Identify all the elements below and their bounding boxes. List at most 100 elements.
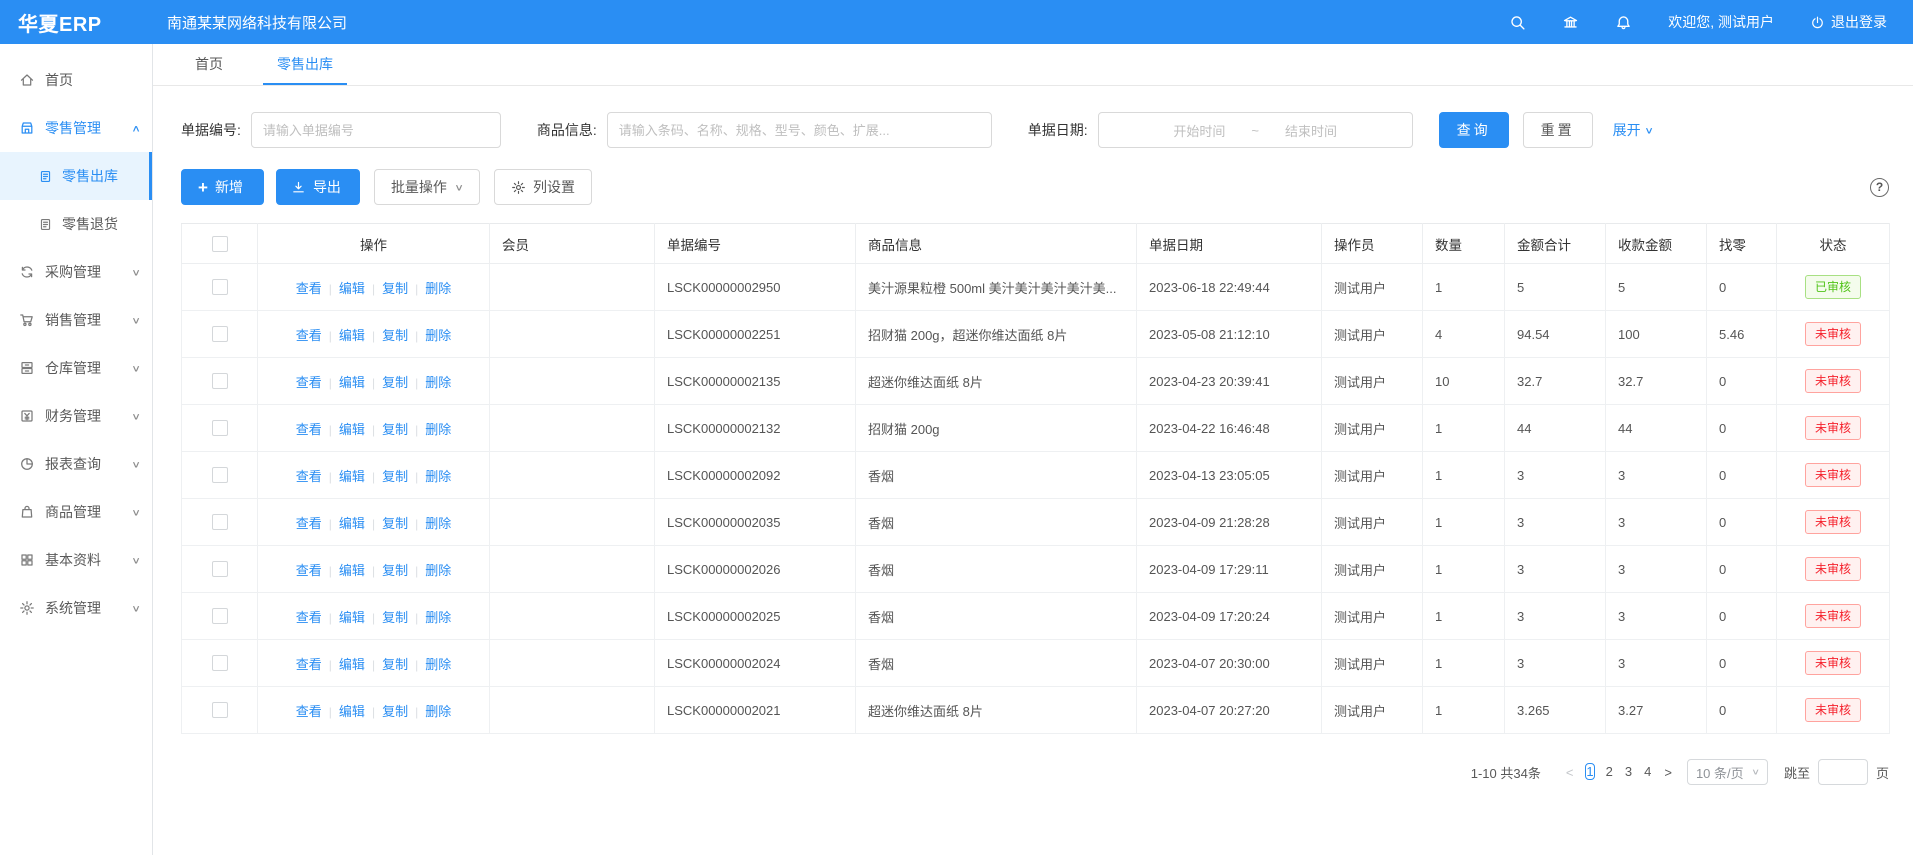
bell-icon[interactable] [1615, 14, 1632, 31]
bank-icon[interactable] [1562, 14, 1579, 31]
row-checkbox[interactable] [212, 702, 228, 718]
action-复制[interactable]: 复制 [382, 657, 408, 672]
action-查看[interactable]: 查看 [296, 704, 322, 719]
sidebar-item-财务管理[interactable]: 财务管理∨ [0, 392, 152, 440]
action-删除[interactable]: 删除 [425, 610, 451, 625]
action-删除[interactable]: 删除 [425, 328, 451, 343]
reset-button[interactable]: 重置 [1523, 112, 1593, 148]
sidebar-subitem-零售退货[interactable]: 零售退货 [0, 200, 152, 248]
action-复制[interactable]: 复制 [382, 281, 408, 296]
select-all-checkbox[interactable] [212, 236, 228, 252]
sidebar-item-仓库管理[interactable]: 仓库管理∨ [0, 344, 152, 392]
action-删除[interactable]: 删除 [425, 704, 451, 719]
action-编辑[interactable]: 编辑 [339, 610, 365, 625]
search-button[interactable]: 查询 [1439, 112, 1509, 148]
action-复制[interactable]: 复制 [382, 422, 408, 437]
page-button-2[interactable]: 2 [1605, 763, 1614, 780]
action-查看[interactable]: 查看 [296, 516, 322, 531]
action-复制[interactable]: 复制 [382, 375, 408, 390]
row-checkbox[interactable] [212, 514, 228, 530]
row-checkbox[interactable] [212, 373, 228, 389]
action-编辑[interactable]: 编辑 [339, 281, 365, 296]
action-复制[interactable]: 复制 [382, 516, 408, 531]
action-编辑[interactable]: 编辑 [339, 516, 365, 531]
action-复制[interactable]: 复制 [382, 328, 408, 343]
action-删除[interactable]: 删除 [425, 281, 451, 296]
row-checkbox[interactable] [212, 420, 228, 436]
sidebar-item-报表查询[interactable]: 报表查询∨ [0, 440, 152, 488]
bill-no-input[interactable] [251, 112, 501, 148]
column-settings-button[interactable]: 列设置 [494, 169, 592, 205]
action-查看[interactable]: 查看 [296, 281, 322, 296]
table-row: 查看|编辑|复制|删除LSCK00000002135超迷你维达面纸 8片2023… [182, 358, 1890, 405]
row-checkbox[interactable] [212, 655, 228, 671]
status-badge: 未审核 [1805, 416, 1861, 440]
sidebar-item-首页[interactable]: 首页 [0, 56, 152, 104]
next-page-icon[interactable]: > [1657, 765, 1679, 780]
action-删除[interactable]: 删除 [425, 375, 451, 390]
action-编辑[interactable]: 编辑 [339, 563, 365, 578]
page-size-select[interactable]: 10 条/页 ∨ [1687, 759, 1768, 785]
cell-status: 已审核 [1777, 264, 1890, 311]
page-button-1[interactable]: 1 [1585, 763, 1594, 780]
action-查看[interactable]: 查看 [296, 563, 322, 578]
action-删除[interactable]: 删除 [425, 516, 451, 531]
action-查看[interactable]: 查看 [296, 422, 322, 437]
prev-page-icon[interactable]: < [1559, 765, 1581, 780]
action-查看[interactable]: 查看 [296, 469, 322, 484]
action-删除[interactable]: 删除 [425, 657, 451, 672]
action-查看[interactable]: 查看 [296, 375, 322, 390]
action-复制[interactable]: 复制 [382, 704, 408, 719]
action-删除[interactable]: 删除 [425, 563, 451, 578]
action-编辑[interactable]: 编辑 [339, 704, 365, 719]
action-查看[interactable]: 查看 [296, 610, 322, 625]
action-复制[interactable]: 复制 [382, 469, 408, 484]
tab-零售出库[interactable]: 零售出库 [263, 44, 347, 85]
cell-status: 未审核 [1777, 687, 1890, 734]
cell-product-info: 超迷你维达面纸 8片 [856, 687, 1137, 734]
action-复制[interactable]: 复制 [382, 610, 408, 625]
search-icon[interactable] [1509, 14, 1526, 31]
action-separator: | [415, 329, 418, 343]
action-删除[interactable]: 删除 [425, 422, 451, 437]
date-range-picker[interactable]: 开始时间 ~ 结束时间 [1098, 112, 1413, 148]
action-编辑[interactable]: 编辑 [339, 422, 365, 437]
action-删除[interactable]: 删除 [425, 469, 451, 484]
table-header-row: 操作会员单据编号商品信息单据日期操作员数量金额合计收款金额找零状态 [182, 224, 1890, 264]
sidebar-item-销售管理[interactable]: 销售管理∨ [0, 296, 152, 344]
page-button-4[interactable]: 4 [1643, 763, 1652, 780]
action-复制[interactable]: 复制 [382, 563, 408, 578]
sidebar-item-商品管理[interactable]: 商品管理∨ [0, 488, 152, 536]
jump-page-input[interactable] [1818, 759, 1868, 785]
row-checkbox[interactable] [212, 279, 228, 295]
sidebar-item-基本资料[interactable]: 基本资料∨ [0, 536, 152, 584]
sidebar-item-零售管理[interactable]: 零售管理∧ [0, 104, 152, 152]
cell-operator: 测试用户 [1322, 311, 1423, 358]
row-checkbox[interactable] [212, 467, 228, 483]
action-separator: | [329, 517, 332, 531]
sidebar-subitem-零售出库[interactable]: 零售出库 [0, 152, 152, 200]
sidebar-item-系统管理[interactable]: 系统管理∨ [0, 584, 152, 632]
expand-link[interactable]: 展开 ∨ [1613, 120, 1653, 140]
action-编辑[interactable]: 编辑 [339, 328, 365, 343]
tab-首页[interactable]: 首页 [181, 44, 237, 85]
action-编辑[interactable]: 编辑 [339, 469, 365, 484]
action-查看[interactable]: 查看 [296, 657, 322, 672]
row-checkbox[interactable] [212, 326, 228, 342]
product-info-input[interactable] [607, 112, 992, 148]
row-checkbox[interactable] [212, 608, 228, 624]
export-button[interactable]: 导出 [276, 169, 360, 205]
logout-button[interactable]: 退出登录 [1810, 12, 1887, 32]
logout-icon [1810, 15, 1825, 30]
add-button[interactable]: + 新增 [181, 169, 264, 205]
batch-operations-button[interactable]: 批量操作 ∨ [374, 169, 480, 205]
action-编辑[interactable]: 编辑 [339, 375, 365, 390]
page-button-3[interactable]: 3 [1624, 763, 1633, 780]
row-checkbox[interactable] [212, 561, 228, 577]
sidebar-subitem-label: 零售出库 [62, 166, 118, 186]
cell-actions: 查看|编辑|复制|删除 [258, 640, 490, 687]
action-查看[interactable]: 查看 [296, 328, 322, 343]
action-编辑[interactable]: 编辑 [339, 657, 365, 672]
help-icon[interactable]: ? [1870, 178, 1889, 197]
sidebar-item-采购管理[interactable]: 采购管理∨ [0, 248, 152, 296]
